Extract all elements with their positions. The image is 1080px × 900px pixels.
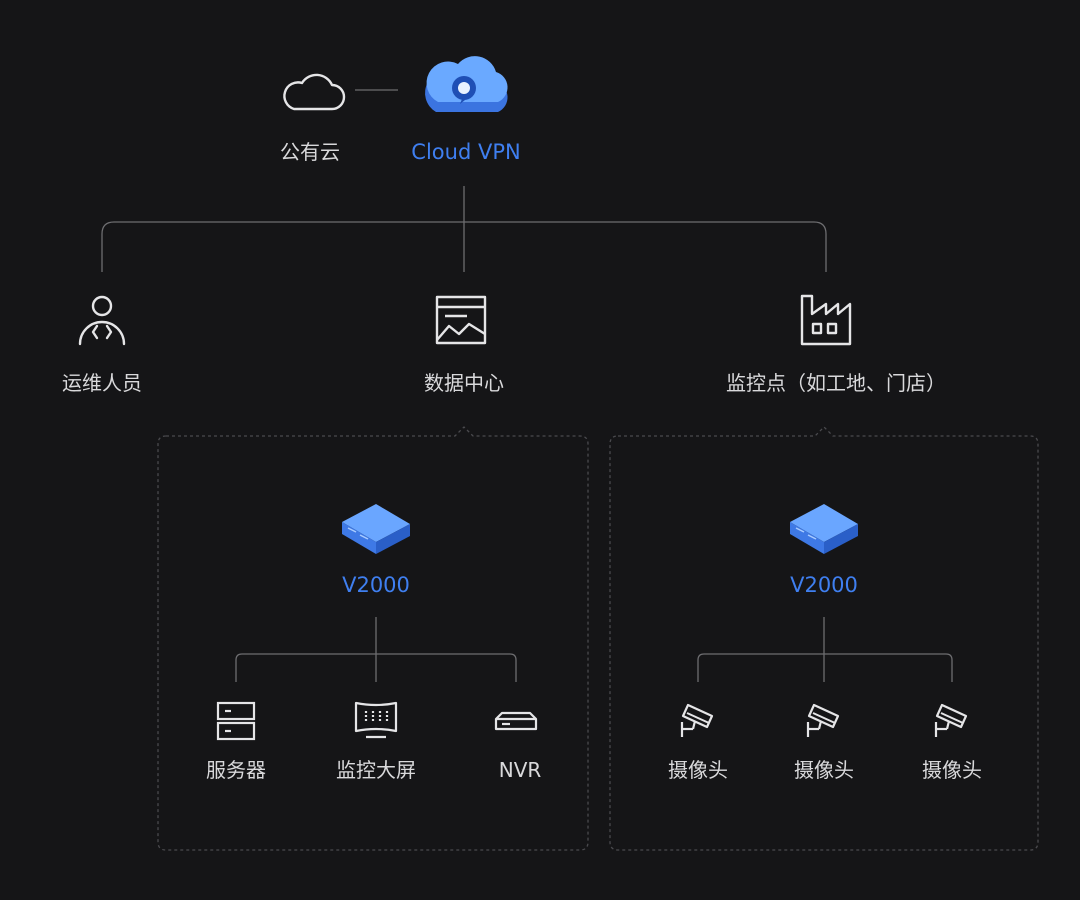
datacenter-group-border <box>157 426 589 851</box>
camera-icon <box>680 703 714 739</box>
site-device-label: V2000 <box>790 573 858 597</box>
camera-icon <box>934 703 968 739</box>
video-wall-icon <box>354 701 398 739</box>
site-gateway-device-icon <box>789 503 859 555</box>
datacenter-device-label: V2000 <box>342 573 410 597</box>
site-children-bus-line <box>697 653 953 682</box>
camera-label-1: 摄像头 <box>668 758 728 782</box>
server-icon <box>216 701 256 741</box>
video-wall-label: 监控大屏 <box>336 758 416 782</box>
camera-label-2: 摄像头 <box>794 758 854 782</box>
dashboard-chart-icon <box>435 295 487 345</box>
cloud-vpn-icon <box>425 56 508 112</box>
factory-icon <box>800 294 852 346</box>
camera-label-3: 摄像头 <box>922 758 982 782</box>
groups <box>157 426 1039 851</box>
datacenter-gateway-device-icon <box>341 503 411 555</box>
datacenter-label: 数据中心 <box>424 371 504 395</box>
engineer-icon <box>78 295 126 346</box>
camera-icon <box>806 703 840 739</box>
nvr-icon <box>494 711 538 731</box>
cloud-vpn-label: Cloud VPN <box>411 140 521 164</box>
public-cloud-label: 公有云 <box>280 140 340 164</box>
cloud-outline-icon <box>283 73 346 111</box>
site-label: 监控点（如工地、门店） <box>726 371 946 395</box>
server-label: 服务器 <box>206 758 266 782</box>
ops-staff-label: 运维人员 <box>62 371 142 395</box>
nvr-label: NVR <box>498 758 542 782</box>
